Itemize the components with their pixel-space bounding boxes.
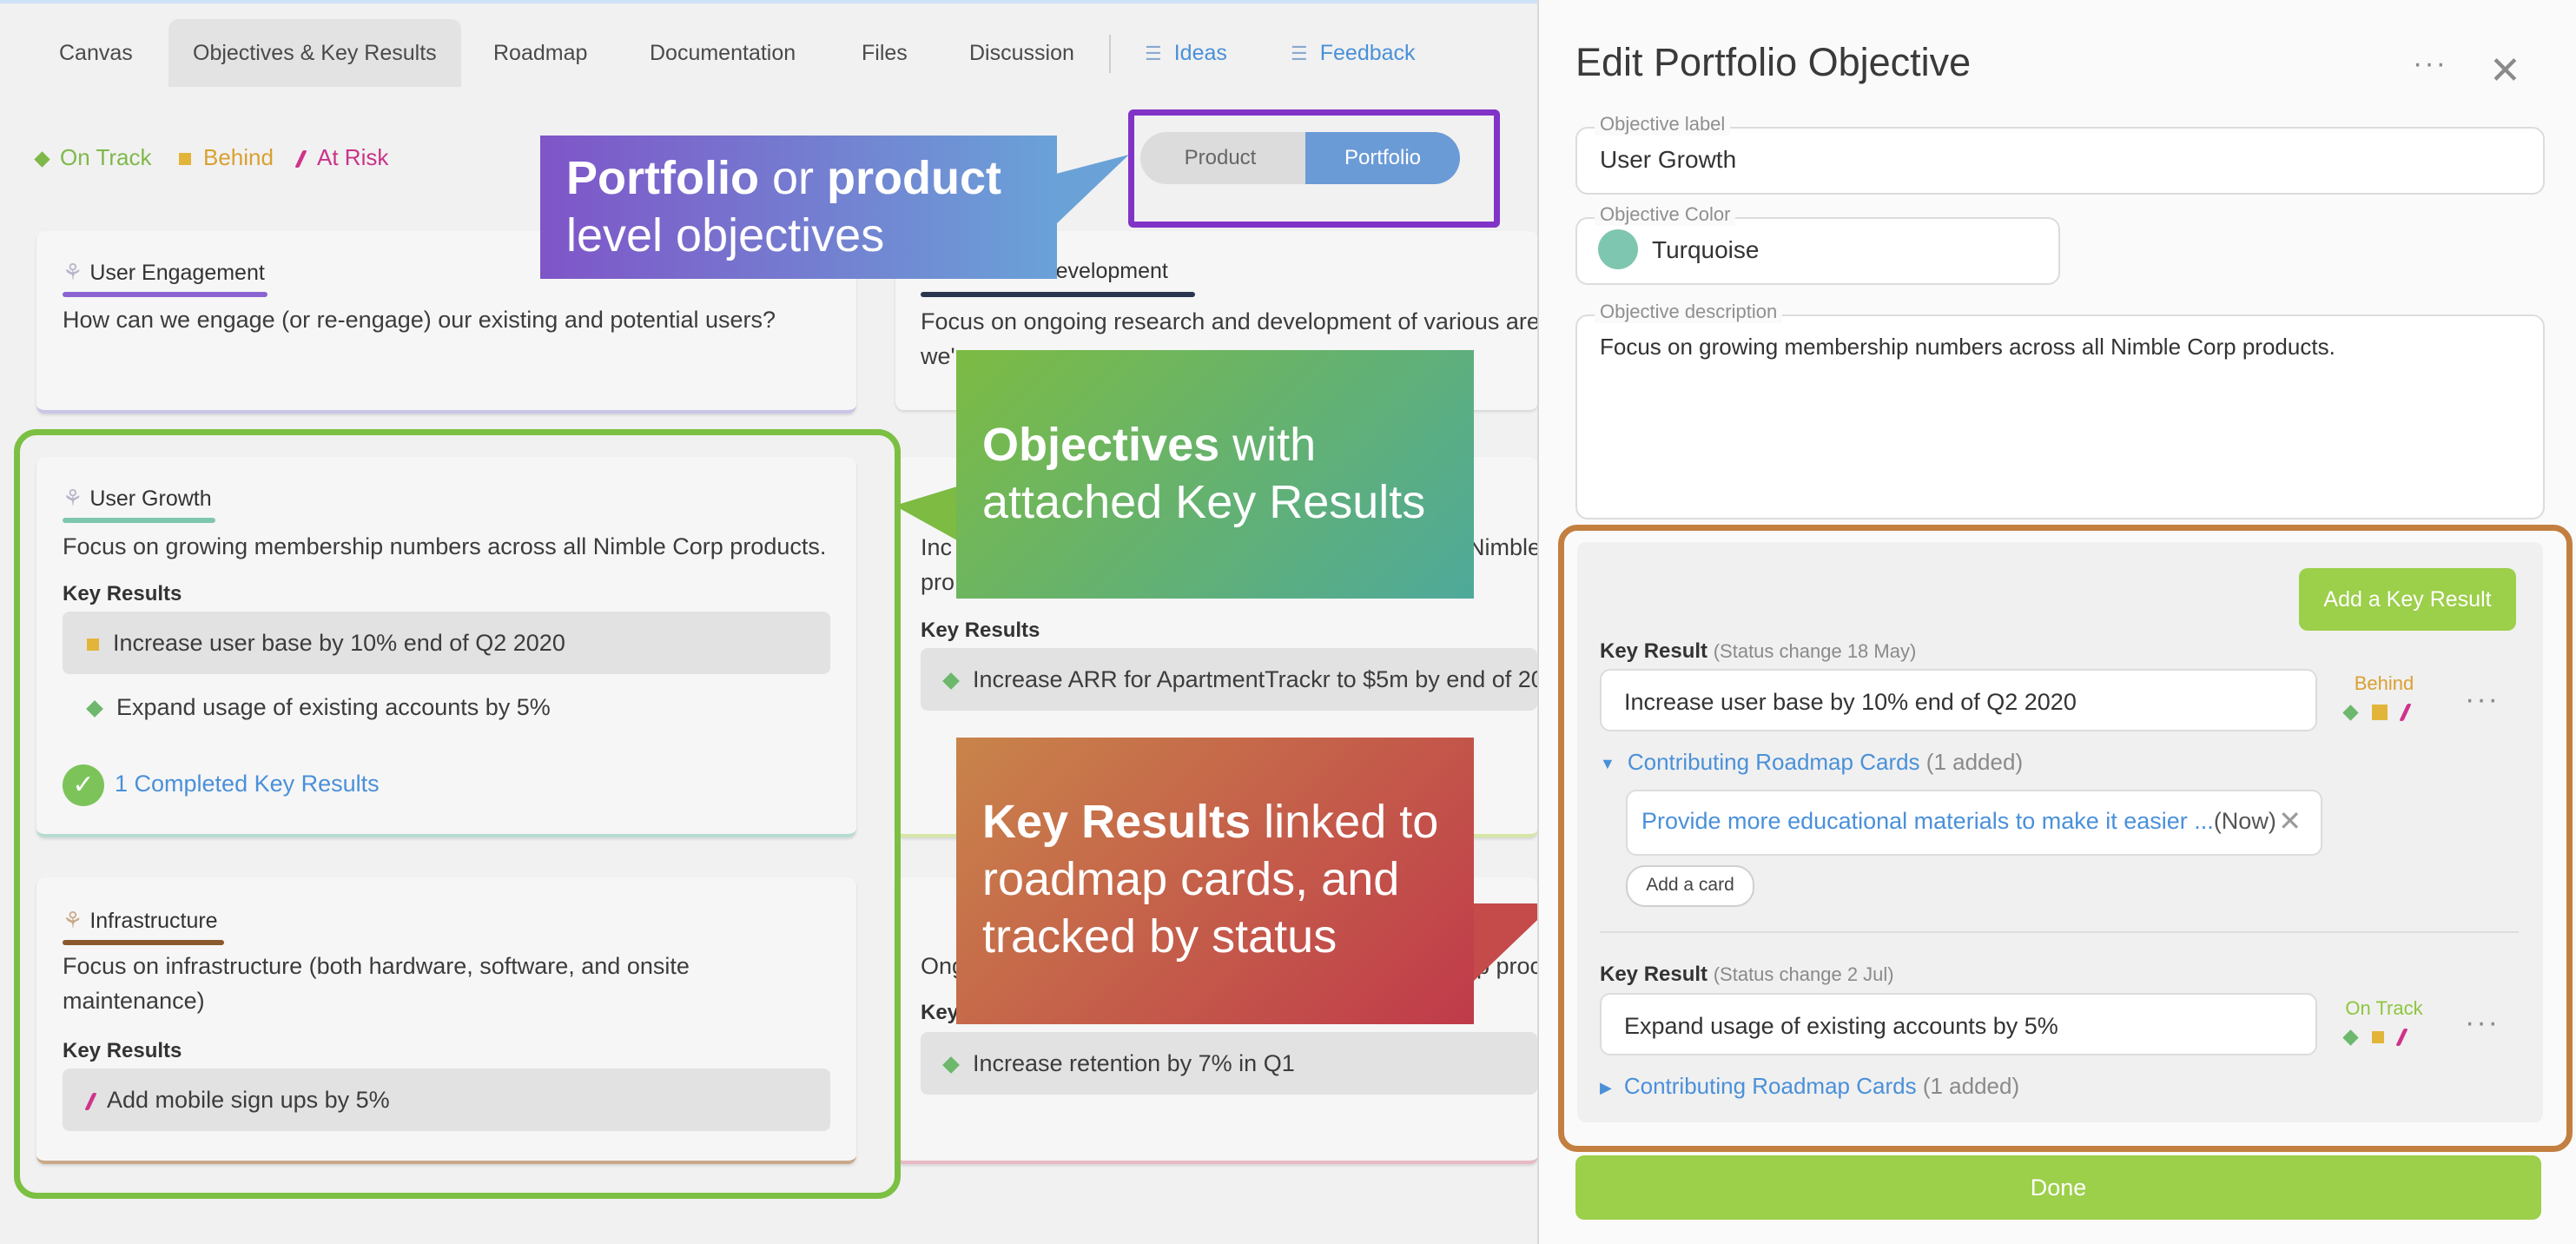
callout-text: tracked by status xyxy=(982,910,1338,963)
contributing-cards-toggle[interactable]: ▶ Contributing Roadmap Cards (1 added) xyxy=(1600,1073,2019,1100)
on-track-icon[interactable] xyxy=(2342,1029,2359,1046)
callout-text: or xyxy=(758,152,827,204)
status-change-meta: (Status change 18 May) xyxy=(1713,640,1917,662)
color-swatch xyxy=(1598,229,1638,269)
callout-objectives: Objectives with attached Key Results xyxy=(956,350,1474,599)
close-icon[interactable]: ✕ xyxy=(2489,49,2521,93)
callout-pointer-3 xyxy=(1473,903,1537,982)
status-selector[interactable] xyxy=(2342,1029,2408,1046)
objective-description-field[interactable]: Objective description Focus on growing m… xyxy=(1575,301,2545,519)
roadmap-card-link[interactable]: Provide more educational materials to ma… xyxy=(1626,790,2322,856)
field-label: Objective label xyxy=(1595,113,1731,136)
key-result-input[interactable]: Increase user base by 10% end of Q2 2020 xyxy=(1600,669,2317,731)
callout-pointer-2 xyxy=(895,486,957,540)
behind-icon[interactable] xyxy=(2372,705,2388,720)
callout-bold: Key Results xyxy=(982,796,1252,848)
contributing-cards-label: Contributing Roadmap Cards xyxy=(1623,1073,1917,1099)
callout-text: level objectives xyxy=(566,209,885,261)
callout-text: linked to xyxy=(1251,796,1439,848)
done-button[interactable]: Done xyxy=(1575,1155,2541,1220)
chevron-down-icon: ▼ xyxy=(1600,754,1615,772)
toggle-highlight-box xyxy=(1128,109,1500,228)
field-label: Objective Color xyxy=(1595,203,1736,226)
field-value: Turquoise xyxy=(1652,236,1760,263)
behind-icon[interactable] xyxy=(2372,1031,2384,1043)
objective-color-field[interactable]: Objective Color Turquoise xyxy=(1575,203,2060,285)
more-options-icon[interactable]: ··· xyxy=(2413,47,2447,81)
key-result-divider xyxy=(1600,931,2519,933)
add-card-button[interactable]: Add a card xyxy=(1626,865,1754,907)
field-value: Focus on growing membership numbers acro… xyxy=(1600,334,2335,360)
callout-bold: Portfolio xyxy=(566,152,759,204)
panel-title: Edit Portfolio Objective xyxy=(1575,40,1972,84)
remove-card-icon[interactable]: ✕ xyxy=(2278,791,2302,850)
callout-pointer-1 xyxy=(1056,155,1129,224)
roadmap-card-column: (Now) xyxy=(2213,808,2276,834)
contributing-cards-count: (1 added) xyxy=(1925,749,2024,775)
key-result-label-text: Key Result xyxy=(1600,963,1708,986)
key-result-more-icon[interactable]: ··· xyxy=(2465,1006,2500,1040)
key-result-label: Key Result (Status change 18 May) xyxy=(1600,639,1916,664)
contributing-cards-count: (1 added) xyxy=(1922,1073,2020,1099)
on-track-icon[interactable] xyxy=(2342,704,2359,721)
callout-text: with xyxy=(1219,419,1317,471)
callout-key-results: Key Results linked to roadmap cards, and t… xyxy=(956,738,1474,1024)
callout-bold: product xyxy=(827,152,1001,204)
callout-text: attached Key Results xyxy=(982,476,1426,528)
key-result-input[interactable]: Expand usage of existing accounts by 5% xyxy=(1600,993,2317,1055)
key-result-label-text: Key Result xyxy=(1600,639,1708,663)
callout-portfolio-level: Portfolio or product level objectives xyxy=(540,136,1057,279)
field-value: User Growth xyxy=(1600,146,1737,173)
contributing-cards-toggle[interactable]: ▼ Contributing Roadmap Cards (1 added) xyxy=(1600,749,2023,776)
callout-text: roadmap cards, and xyxy=(982,853,1400,905)
chevron-right-icon: ▶ xyxy=(1600,1078,1612,1096)
key-result-label: Key Result (Status change 2 Jul) xyxy=(1600,963,1894,987)
callout-bold: Objectives xyxy=(982,419,1220,471)
status-label: Behind xyxy=(2354,672,2414,694)
add-key-result-button[interactable]: Add a Key Result xyxy=(2299,568,2516,631)
roadmap-card-title[interactable]: Provide more educational materials to ma… xyxy=(1641,808,2214,834)
status-selector[interactable] xyxy=(2342,704,2412,721)
key-result-more-icon[interactable]: ··· xyxy=(2465,683,2500,717)
field-label: Objective description xyxy=(1595,301,1783,323)
contributing-cards-label: Contributing Roadmap Cards xyxy=(1627,749,1920,775)
status-change-meta: (Status change 2 Jul) xyxy=(1713,963,1894,985)
objective-label-field[interactable]: Objective label User Growth xyxy=(1575,113,2545,195)
status-label: On Track xyxy=(2345,997,2423,1019)
